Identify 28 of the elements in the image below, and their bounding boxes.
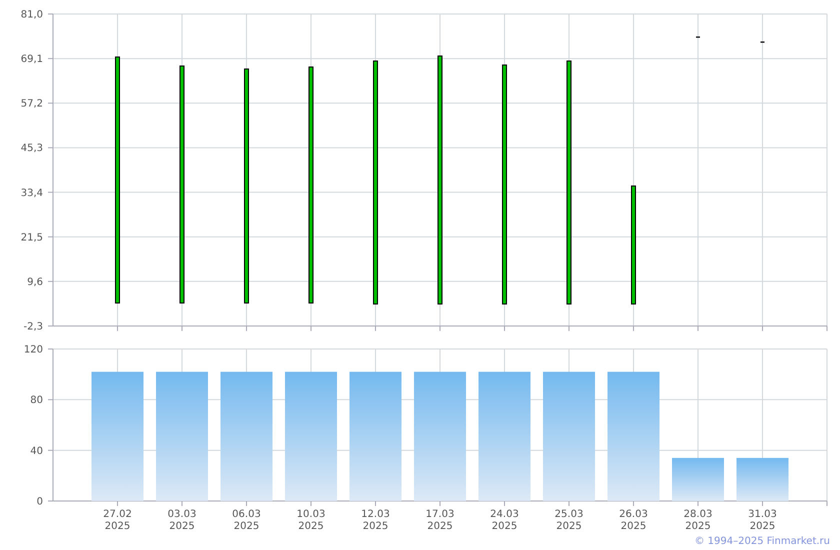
volume-bar (736, 458, 788, 501)
date-label: 26.03 2025 (619, 509, 648, 532)
date-label: 28.03 2025 (684, 509, 712, 532)
axis-label: 45,3 (20, 143, 43, 154)
price-dash (696, 36, 700, 38)
price-dash (760, 42, 764, 43)
axis-label: 33,4 (20, 188, 43, 199)
date-label: 27.02 2025 (103, 509, 132, 532)
axis-label: 9,6 (27, 276, 43, 288)
axis-label: 21,5 (20, 232, 43, 244)
date-label: 10.03 2025 (296, 509, 326, 532)
date-label: 25.03 2025 (554, 509, 584, 532)
date-label: 12.03 2025 (361, 509, 390, 532)
axis-label: 40 (30, 446, 43, 457)
copyright-link[interactable]: © 1994–2025 Finmarket.ru (694, 536, 830, 547)
axis-label: 81,0 (20, 10, 43, 20)
axis-label: 0 (36, 496, 43, 508)
volume-bar (672, 458, 724, 501)
axis-label: -2,3 (23, 322, 43, 332)
date-label: 17.03 2025 (426, 509, 454, 532)
date-label: 24.03 2025 (490, 509, 519, 532)
date-label: 03.03 2025 (168, 509, 196, 532)
axis-label: 80 (30, 395, 43, 406)
axis-label: 69,1 (20, 54, 43, 66)
axis-label: 57,2 (20, 98, 43, 110)
date-label: 31.03 2025 (748, 509, 777, 532)
axis-label: 120 (24, 344, 43, 356)
date-label: 06.03 2025 (232, 509, 261, 532)
